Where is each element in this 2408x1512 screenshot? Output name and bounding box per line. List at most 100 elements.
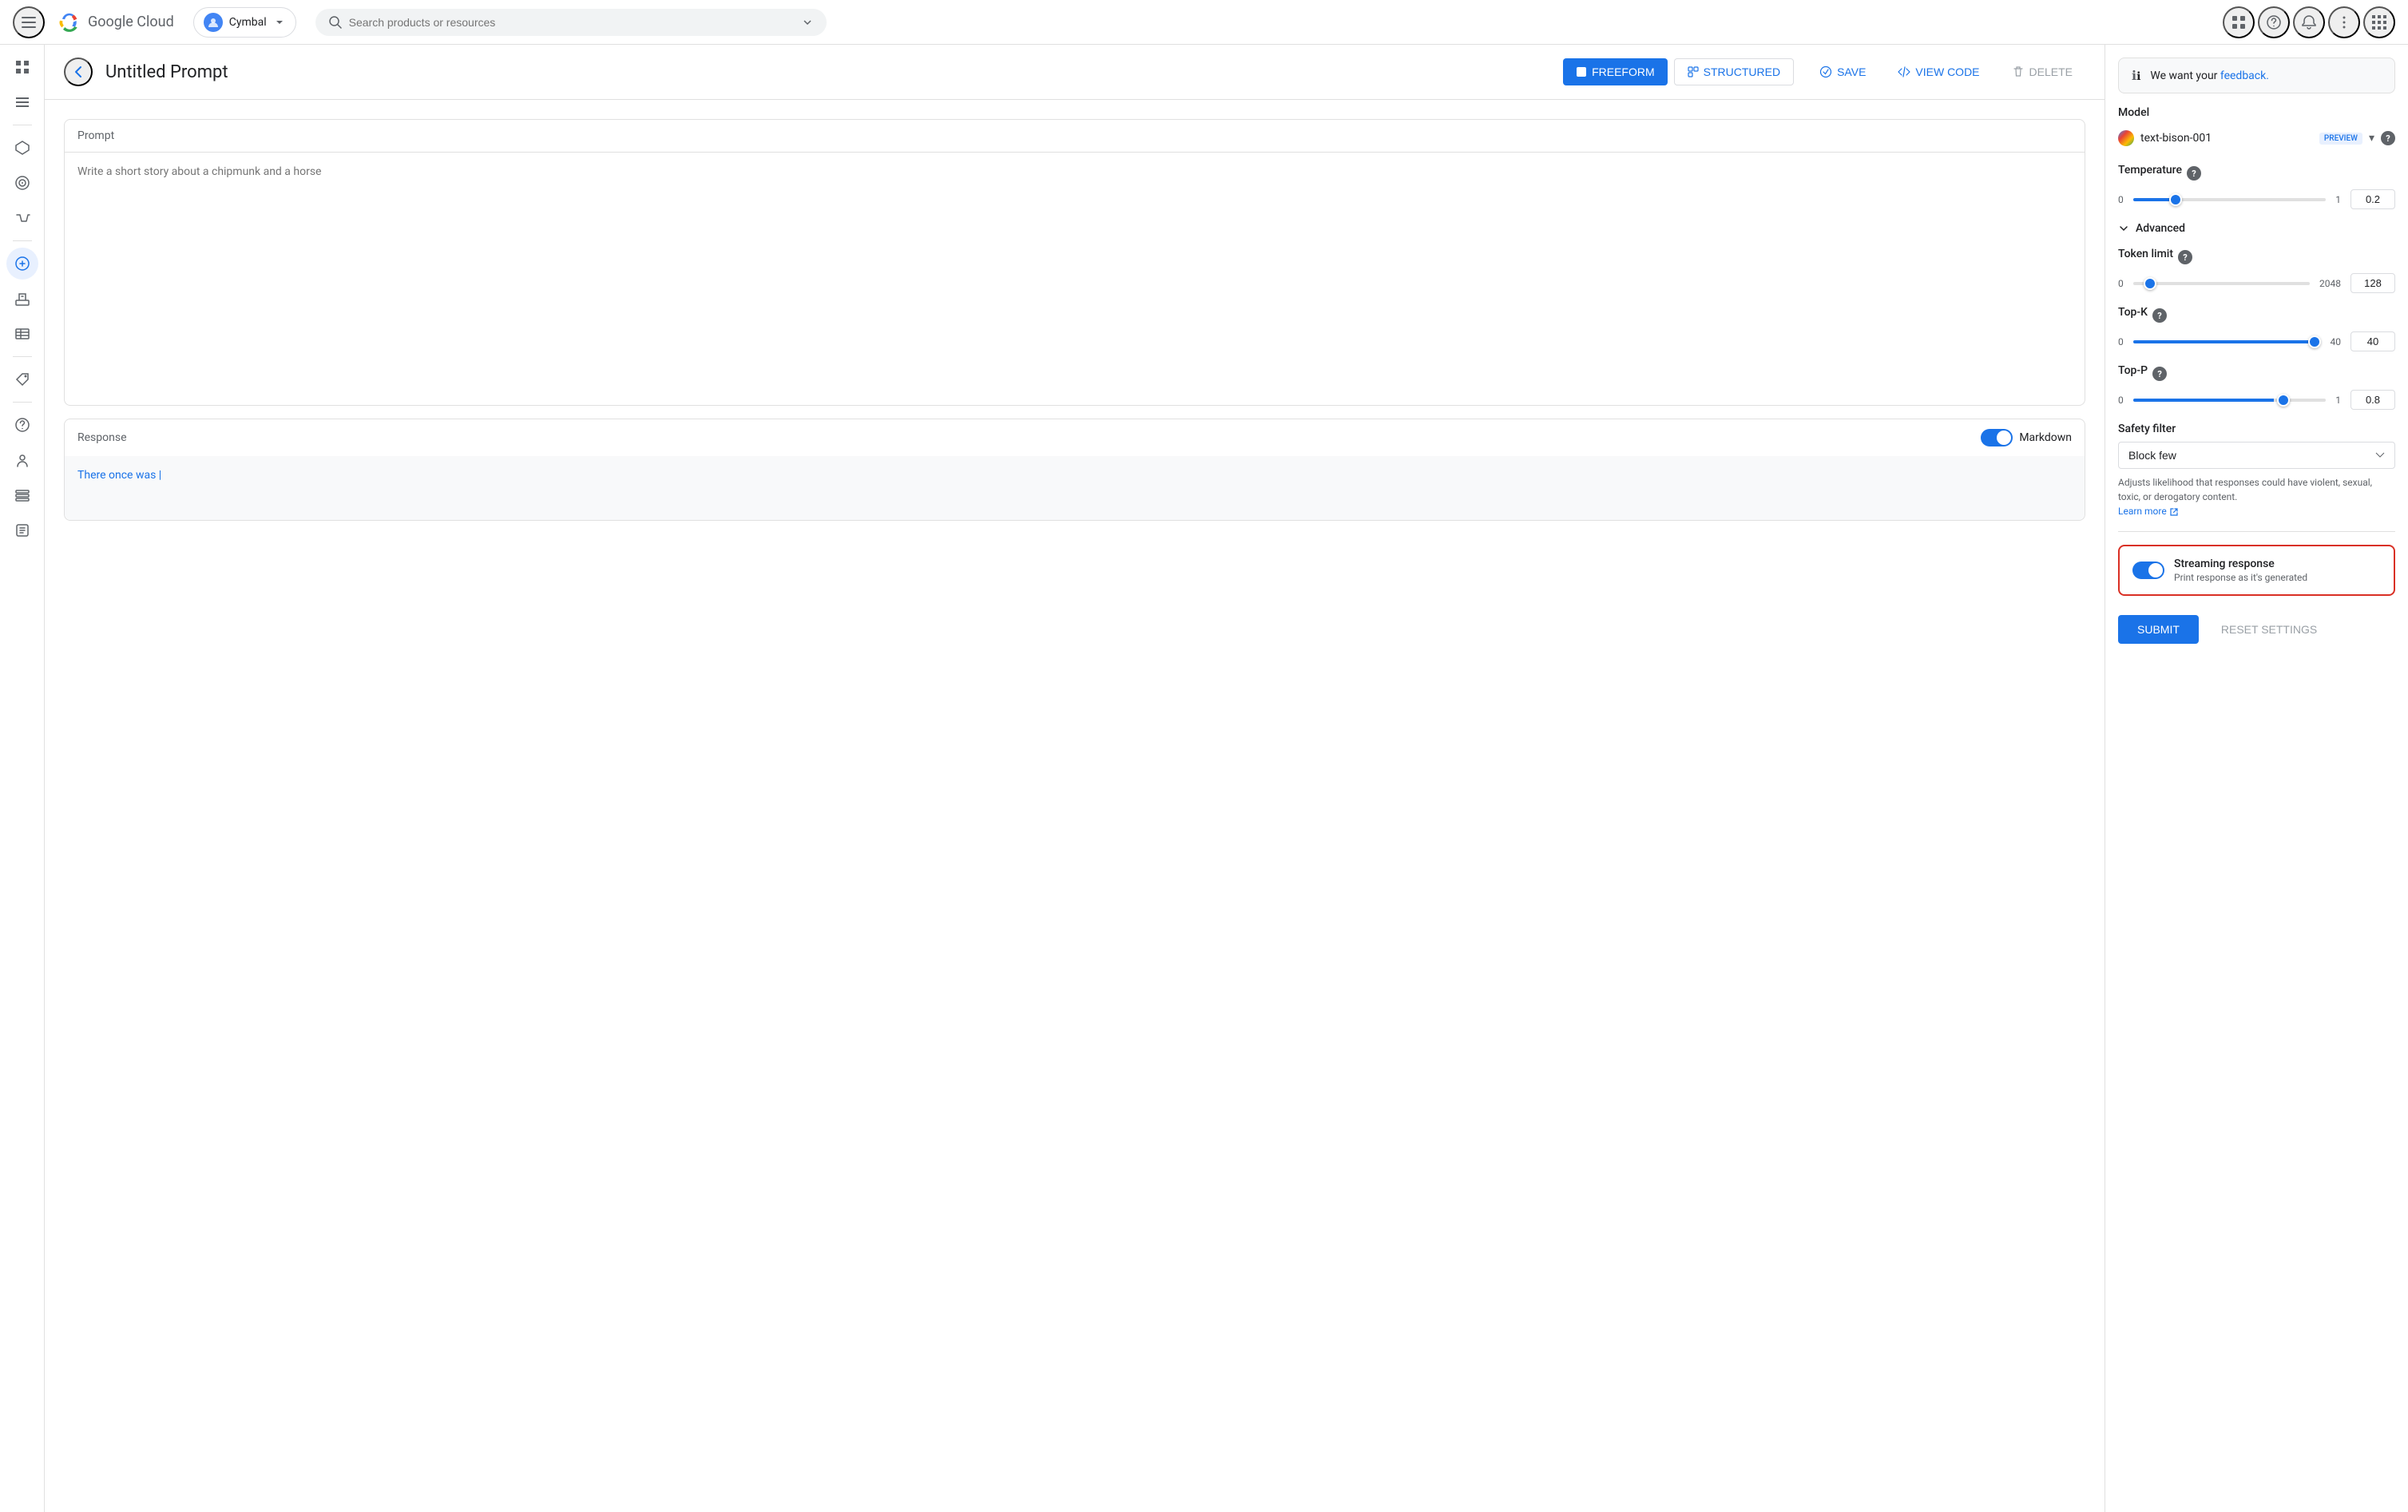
search-input[interactable]	[349, 16, 795, 29]
prompt-textarea[interactable]	[77, 165, 2072, 389]
bottom-actions: SUBMIT RESET SETTINGS	[2118, 609, 2395, 644]
sidebar-item-data[interactable]	[6, 167, 38, 199]
topp-value-input[interactable]	[2350, 390, 2395, 410]
sidebar-item-help[interactable]	[6, 409, 38, 441]
safety-section: Safety filter Block few Block some Block…	[2118, 423, 2395, 518]
nav-logo: Google Cloud	[58, 10, 174, 34]
org-name: Cymbal	[229, 16, 267, 29]
apps-button[interactable]	[2223, 6, 2255, 38]
grid-apps-button[interactable]	[2363, 6, 2395, 38]
main-content: Untitled Prompt FREEFORM STRUCTURED SAVE…	[45, 45, 2105, 1512]
search-icon	[328, 15, 343, 30]
sidebar-item-user[interactable]	[6, 444, 38, 476]
temperature-value-input[interactable]	[2350, 189, 2395, 209]
sidebar-divider-4	[13, 402, 32, 403]
markdown-toggle[interactable]	[1981, 429, 2013, 446]
topp-slider-control: 0 1	[2118, 390, 2395, 410]
token-slider-control: 0 2048	[2118, 273, 2395, 293]
save-button[interactable]: SAVE	[1807, 59, 1878, 85]
token-limit-label: Token limit	[2118, 248, 2173, 260]
sidebar-item-bottom[interactable]	[6, 514, 38, 546]
back-button[interactable]	[64, 58, 93, 86]
sidebar-item-dashboard[interactable]	[6, 86, 38, 118]
header-tabs: FREEFORM STRUCTURED	[1563, 58, 1794, 85]
nav-actions	[2223, 6, 2395, 38]
safety-select[interactable]: Block few Block some Block most Block al…	[2118, 442, 2395, 469]
topk-slider[interactable]	[2133, 340, 2321, 343]
topp-section: Top-P ? 0 1	[2118, 364, 2395, 410]
streaming-toggle[interactable]	[2132, 562, 2164, 579]
feedback-link[interactable]: feedback.	[2220, 69, 2269, 82]
prompt-panel-header: Prompt	[65, 120, 2085, 153]
streaming-sub: Print response as it's generated	[2174, 572, 2307, 583]
temperature-slider[interactable]	[2133, 198, 2327, 201]
response-label: Response	[77, 431, 127, 444]
right-panel: ℹ We want your feedback. Model text-biso…	[2105, 45, 2408, 1512]
view-code-button[interactable]: VIEW CODE	[1885, 59, 1992, 85]
safety-learn-more-link[interactable]: Learn more	[2118, 506, 2179, 517]
safety-description: Adjusts likelihood that responses could …	[2118, 475, 2395, 518]
external-link-icon	[2169, 507, 2179, 517]
prompt-panel: Prompt	[64, 119, 2085, 406]
notifications-button[interactable]	[2293, 6, 2325, 38]
streaming-info: Streaming response Print response as it'…	[2174, 558, 2307, 583]
hamburger-button[interactable]	[13, 6, 45, 38]
search-bar[interactable]	[315, 9, 827, 36]
model-selector: text-bison-001 PREVIEW ▾ ?	[2118, 125, 2395, 151]
topk-help[interactable]: ?	[2152, 308, 2167, 323]
sidebar-divider-3	[13, 356, 32, 357]
response-body: There once was |	[65, 456, 2085, 520]
response-text: There once was |	[77, 469, 161, 482]
sidebar-item-pipelines[interactable]	[6, 202, 38, 234]
model-dropdown-button[interactable]: ▾	[2369, 132, 2374, 145]
token-slider[interactable]	[2133, 282, 2310, 285]
topk-value-input[interactable]	[2350, 331, 2395, 351]
token-min: 0	[2118, 278, 2124, 289]
header-actions: SAVE VIEW CODE DELETE	[1807, 59, 2085, 85]
token-value-input[interactable]	[2350, 273, 2395, 293]
streaming-box: Streaming response Print response as it'…	[2118, 545, 2395, 596]
sidebar-item-overview[interactable]	[6, 51, 38, 83]
advanced-toggle[interactable]: Advanced	[2118, 222, 2395, 235]
advanced-chevron-icon	[2118, 223, 2129, 234]
topk-max: 40	[2331, 336, 2342, 347]
model-label: Model	[2118, 106, 2395, 119]
topk-min: 0	[2118, 336, 2124, 347]
token-help[interactable]: ?	[2178, 250, 2192, 264]
feedback-text: We want your feedback.	[2150, 69, 2269, 82]
safety-label: Safety filter	[2118, 423, 2395, 435]
feedback-banner: ℹ We want your feedback.	[2118, 58, 2395, 93]
temperature-min: 0	[2118, 194, 2124, 205]
more-options-button[interactable]	[2328, 6, 2360, 38]
org-selector[interactable]: Cymbal	[193, 7, 296, 38]
nav-logo-text: Google Cloud	[88, 14, 174, 30]
model-icon	[2118, 130, 2134, 146]
sidebar-item-settings[interactable]	[6, 479, 38, 511]
help-button[interactable]	[2258, 6, 2290, 38]
temperature-section: Temperature ? 0 1	[2118, 164, 2395, 209]
submit-button[interactable]: SUBMIT	[2118, 615, 2199, 644]
tab-structured[interactable]: STRUCTURED	[1674, 58, 1794, 85]
sidebar-item-datasets[interactable]	[6, 318, 38, 350]
topp-min: 0	[2118, 395, 2124, 406]
sidebar-item-models[interactable]	[6, 132, 38, 164]
page-title: Untitled Prompt	[105, 62, 1550, 82]
tab-freeform[interactable]: FREEFORM	[1563, 58, 1668, 85]
topp-slider[interactable]	[2133, 399, 2327, 402]
panel-divider	[2118, 531, 2395, 532]
sidebar	[0, 45, 45, 1512]
delete-button[interactable]: DELETE	[1999, 59, 2085, 85]
sidebar-item-prompt[interactable]	[6, 248, 38, 280]
topk-label: Top-K	[2118, 306, 2148, 319]
sidebar-item-experiments[interactable]	[6, 283, 38, 315]
temperature-help[interactable]: ?	[2187, 166, 2201, 181]
topp-max: 1	[2335, 395, 2341, 406]
sidebar-item-tags[interactable]	[6, 363, 38, 395]
reset-settings-button[interactable]: RESET SETTINGS	[2208, 615, 2330, 644]
model-section: Model text-bison-001 PREVIEW ▾ ?	[2118, 106, 2395, 151]
model-help-button[interactable]: ?	[2381, 131, 2395, 145]
topk-slider-control: 0 40	[2118, 331, 2395, 351]
topp-help[interactable]: ?	[2152, 367, 2167, 381]
model-badge: PREVIEW	[2319, 133, 2362, 145]
search-dropdown-icon	[801, 16, 814, 29]
